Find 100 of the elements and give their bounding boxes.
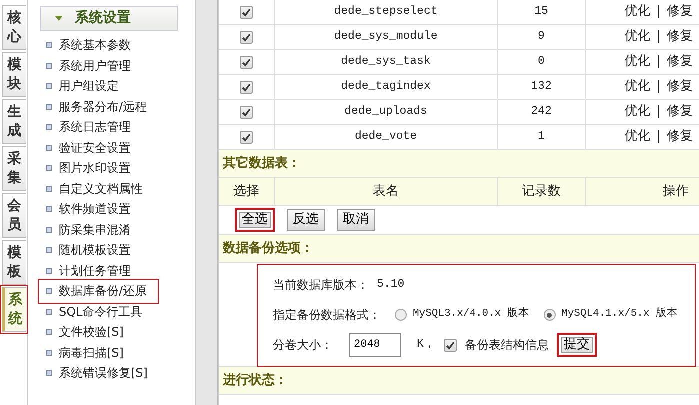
bullet-icon bbox=[46, 144, 52, 151]
sidebar-item[interactable]: 随机模板设置 bbox=[40, 240, 141, 260]
record-count-cell-text: 132 bbox=[531, 79, 552, 96]
table-name-cell-text: dede_vote bbox=[354, 129, 418, 146]
sidebar-item[interactable]: 验证安全设置 bbox=[40, 138, 141, 158]
checkbox[interactable] bbox=[240, 80, 253, 94]
radio-button[interactable] bbox=[544, 309, 556, 321]
size-input[interactable]: 2048 bbox=[349, 333, 401, 357]
field-label: 指定备份数据格式： bbox=[273, 307, 381, 324]
radio-label: MySQL3.x/4.0.x 版本 bbox=[413, 307, 530, 322]
column-header: 表名 bbox=[373, 182, 399, 201]
repair-link[interactable]: 修复 bbox=[667, 127, 693, 147]
action-button[interactable]: 反选 bbox=[287, 209, 325, 231]
section-title: 数据备份选项： bbox=[223, 240, 314, 258]
sidebar-item[interactable]: SQL命令行工具 bbox=[40, 302, 153, 322]
sidebar-item[interactable]: 系统用户管理 bbox=[40, 56, 141, 76]
sidebar-title: 系统设置 bbox=[75, 9, 131, 28]
record-count-cell-text: 15 bbox=[534, 4, 548, 20]
unit-text: K， bbox=[417, 337, 436, 354]
sidebar-item[interactable]: 计划任务管理 bbox=[40, 260, 141, 281]
checkbox[interactable] bbox=[240, 130, 253, 144]
bullet-icon bbox=[46, 206, 52, 212]
optimize-link[interactable]: 优化 bbox=[624, 102, 651, 122]
caret-icon bbox=[55, 16, 63, 21]
record-count-cell-text: 9 bbox=[538, 29, 545, 46]
bullet-icon bbox=[46, 370, 52, 376]
table-name-cell-text: dede_sys_task bbox=[341, 54, 431, 70]
repair-link[interactable]: 修复 bbox=[667, 102, 693, 122]
sidebar-item[interactable]: 用户组设定 bbox=[40, 76, 129, 96]
sidebar-item[interactable]: 图片水印设置 bbox=[40, 158, 141, 178]
separator-text: | bbox=[656, 3, 661, 22]
bullet-icon bbox=[46, 83, 52, 90]
checkbox[interactable] bbox=[240, 30, 253, 44]
side-tab[interactable]: 生成 bbox=[2, 99, 26, 144]
optimize-link[interactable]: 优化 bbox=[624, 2, 651, 22]
action-button[interactable]: 全选 bbox=[235, 208, 275, 232]
sidebar-item[interactable]: 自定义文档属性 bbox=[40, 178, 153, 199]
repair-link[interactable]: 修复 bbox=[667, 2, 693, 22]
bullet-icon bbox=[46, 165, 52, 172]
column-header: 选择 bbox=[234, 182, 260, 201]
checkbox[interactable] bbox=[240, 56, 253, 68]
table-name-cell-text: dede_uploads bbox=[344, 104, 428, 120]
sidebar-header[interactable]: 系统设置 bbox=[40, 6, 178, 31]
sidebar-item[interactable]: 系统基本参数 bbox=[40, 35, 141, 56]
side-tab[interactable]: 模块 bbox=[2, 52, 26, 97]
sidebar-item[interactable]: 病毒扫描[S] bbox=[40, 342, 134, 363]
radio-button[interactable] bbox=[395, 309, 407, 321]
checkbox-label: 备份表结构信息 bbox=[464, 337, 549, 354]
section-title: 进行状态： bbox=[223, 372, 288, 390]
optimize-link[interactable]: 优化 bbox=[624, 127, 651, 147]
bullet-icon bbox=[46, 186, 52, 192]
action-button[interactable]: 取消 bbox=[337, 209, 375, 231]
sidebar-item[interactable]: 服务器分布/远程 bbox=[40, 96, 158, 117]
sidebar-item[interactable]: 系统日志管理 bbox=[40, 117, 141, 138]
sidebar-item[interactable]: 软件频道设置 bbox=[40, 199, 141, 220]
record-count-cell-text: 1 bbox=[538, 129, 545, 146]
repair-link[interactable]: 修复 bbox=[667, 77, 693, 97]
record-count-cell-text: 0 bbox=[538, 54, 545, 70]
sidebar-item[interactable]: 防采集串混淆 bbox=[40, 220, 141, 240]
field-label: 当前数据库版本： bbox=[273, 277, 369, 294]
bullet-icon bbox=[46, 104, 52, 110]
sidebar-item[interactable]: 文件校验[S] bbox=[40, 322, 134, 342]
bullet-icon bbox=[46, 329, 52, 336]
optimize-link[interactable]: 优化 bbox=[624, 27, 651, 47]
repair-link[interactable]: 修复 bbox=[667, 52, 693, 72]
field-label: 分卷大小： bbox=[273, 337, 333, 354]
radio-label: MySQL4.1.x/5.x 版本 bbox=[562, 307, 678, 322]
bullet-icon bbox=[46, 62, 52, 69]
bullet-icon bbox=[46, 288, 52, 294]
bullet-icon bbox=[46, 308, 52, 315]
side-tab[interactable]: 会员 bbox=[2, 193, 26, 238]
side-tab[interactable]: 采集 bbox=[2, 146, 26, 191]
submit-button[interactable]: 提交 bbox=[556, 333, 597, 357]
separator-text: | bbox=[656, 128, 661, 146]
optimize-link[interactable]: 优化 bbox=[624, 77, 651, 97]
bullet-icon bbox=[46, 268, 52, 274]
bullet-icon bbox=[46, 247, 52, 254]
separator-text: | bbox=[656, 78, 661, 96]
separator-text: | bbox=[656, 103, 661, 122]
repair-link[interactable]: 修复 bbox=[667, 27, 693, 47]
table-name-cell-text: dede_sys_module bbox=[334, 29, 438, 46]
bullet-icon bbox=[46, 350, 52, 356]
side-tab[interactable]: 系统 bbox=[2, 287, 26, 332]
column-header: 记录数 bbox=[522, 182, 561, 201]
record-count-cell-text: 242 bbox=[531, 104, 552, 120]
side-tab[interactable]: 核心 bbox=[2, 5, 26, 50]
optimize-link[interactable]: 优化 bbox=[624, 52, 651, 72]
table-name-cell-text: dede_tagindex bbox=[341, 79, 431, 96]
sidebar-item[interactable]: 系统错误修复[S] bbox=[40, 363, 158, 384]
bullet-icon bbox=[46, 124, 52, 130]
sidebar-item[interactable]: 数据库备份/还原 bbox=[40, 281, 158, 302]
table-name-cell-text: dede_stepselect bbox=[334, 4, 438, 20]
checkbox[interactable] bbox=[240, 106, 253, 118]
section-title: 其它数据表： bbox=[223, 154, 301, 173]
side-tab[interactable]: 模板 bbox=[2, 240, 26, 285]
checkbox[interactable] bbox=[444, 338, 457, 352]
separator-text: | bbox=[656, 28, 661, 46]
separator-text: | bbox=[656, 53, 661, 72]
version-value: 5.10 bbox=[377, 277, 405, 294]
checkbox[interactable] bbox=[240, 6, 253, 18]
